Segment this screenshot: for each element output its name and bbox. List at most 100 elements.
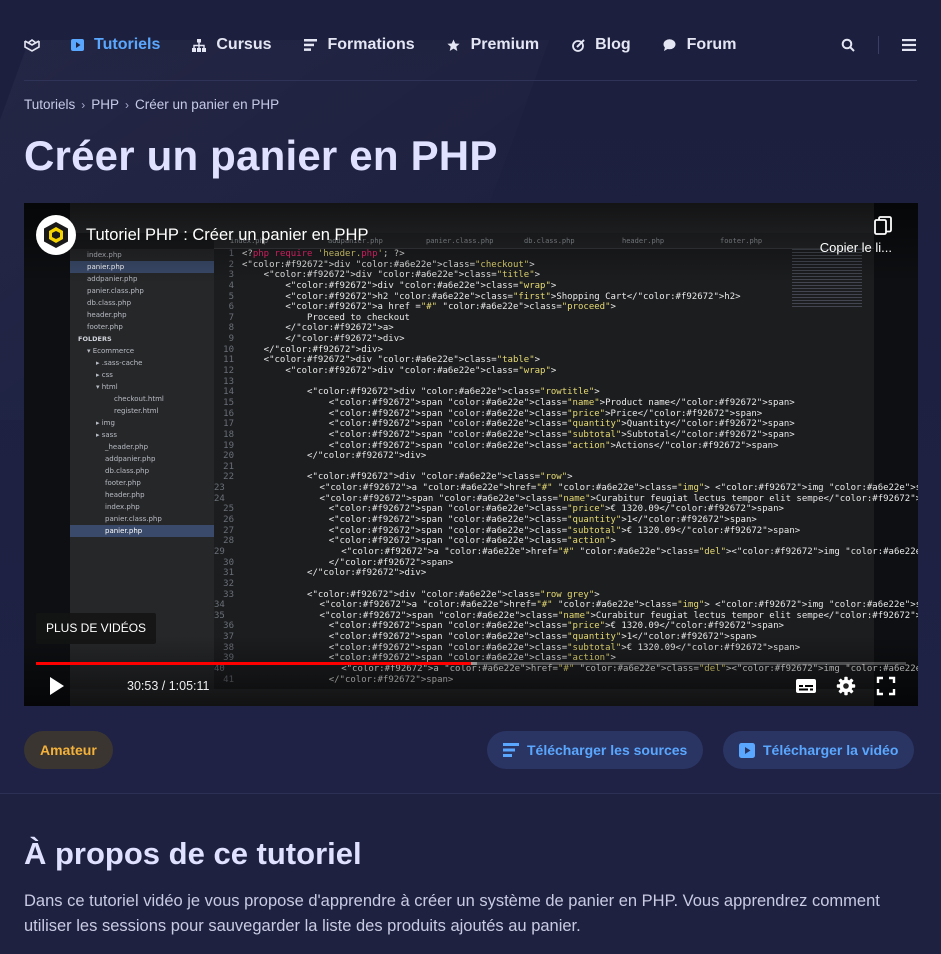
channel-avatar[interactable] [36,215,76,255]
code-line: 24 <"color:#f92672">span "color:#a6e22e"… [214,493,918,505]
code-line-text: <"color:#f92672">div "color:#a6e22e">cla… [242,355,541,366]
code-line: 18 <"color:#f92672">span "color:#a6e22e"… [214,430,874,441]
code-line-number: 36 [223,621,234,632]
breadcrumb-tutoriels[interactable]: Tutoriels [24,97,75,112]
progress-bar[interactable] [36,662,906,665]
site-logo-icon[interactable] [24,37,40,53]
editor-sidebar-item: panier.class.php [87,287,144,295]
hamburger-menu-icon[interactable] [901,37,917,53]
editor-sidebar-item: addpanier.php [105,455,156,463]
code-line: 27 <"color:#f92672">span "color:#a6e22e"… [214,526,874,537]
code-line: 31 </"color:#f92672">div> [214,568,874,579]
code-line-number: 31 [223,568,234,579]
editor-sidebar-item: ▾ html [96,383,118,391]
code-line: 22 <"color:#f92672">div "color:#a6e22e">… [214,472,874,483]
sitemap-icon [192,38,207,52]
download-video-label: Télécharger la vidéo [763,742,899,758]
nav-separator [878,36,879,54]
section-divider [0,793,941,794]
about-title: À propos de ce tutoriel [24,836,362,871]
code-line-text: <"color:#f92672">span "color:#a6e22e">cl… [242,536,616,547]
nav-item-cursus[interactable]: Cursus [192,20,272,70]
editor-sidebar-item: header.php [87,311,127,319]
code-line-text: <"color:#f92672">span "color:#a6e22e">cl… [242,397,795,408]
code-line: 13 [214,377,874,388]
code-line: 35 <"color:#f92672">span "color:#a6e22e"… [214,610,918,622]
settings-gear-icon[interactable] [834,675,858,697]
code-line-text: <"color:#f92672">span "color:#a6e22e">cl… [232,493,918,504]
code-line-text: <"color:#f92672">span "color:#a6e22e">cl… [242,440,779,451]
editor-sidebar-item: ▾ Ecommerce [87,347,135,355]
download-sources-button[interactable]: Télécharger les sources [487,731,704,769]
code-line-number: 26 [223,515,234,526]
breadcrumb-php[interactable]: PHP [91,97,119,112]
code-line-number: 20 [223,451,234,462]
code-line-text: <"color:#f92672">a "color:#a6e22e">href=… [232,483,918,494]
breadcrumb: Tutoriels › PHP › Créer un panier en PHP [24,97,279,112]
chat-bubble-icon [663,38,677,52]
editor-sidebar-item: footer.php [105,479,141,487]
code-line-number: 11 [223,355,234,366]
code-line-text: <"color:#f92672">a "color:#a6e22e">href=… [232,546,918,557]
code-line: 21 [214,462,874,473]
page-title: Créer un panier en PHP [24,132,498,179]
nav-item-forum[interactable]: Forum [663,20,736,70]
code-line-number: 18 [223,429,234,440]
editor-sidebar-item: db.class.php [87,299,132,307]
nav-item-formations[interactable]: Formations [304,20,415,70]
code-line-number: 34 [214,600,225,611]
nav-item-label: Tutoriels [94,36,161,53]
video-title[interactable]: Tutoriel PHP : Créer un panier en PHP [86,226,368,245]
code-line-text: <"color:#f92672">div "color:#a6e22e">cla… [242,589,600,600]
code-line-text: </"color:#f92672">a> [242,323,394,334]
nav-item-blog[interactable]: Blog [571,20,631,70]
code-line-number: 27 [223,525,234,536]
code-line-number: 35 [214,610,225,621]
code-line-number: 8 [228,323,234,334]
download-video-button[interactable]: Télécharger la vidéo [723,731,915,769]
subtitles-icon[interactable] [794,675,818,697]
editor-sidebar-item: header.php [105,491,145,499]
code-line: 7 Proceed to checkout [214,313,874,324]
nav-item-label: Blog [595,36,631,53]
main-nav: Tutoriels Cursus Formations Premium Blog Foru… [24,20,917,70]
code-line-text: <"color:#f92672">span "color:#a6e22e">cl… [232,610,918,621]
code-line-number: 24 [214,493,225,504]
code-line-number: 13 [223,376,234,387]
copy-link-button[interactable]: Copier le li... [820,216,892,255]
code-line: 17 <"color:#f92672">span "color:#a6e22e"… [214,419,874,430]
code-line-text: Proceed to checkout [242,312,410,323]
level-badge: Amateur [24,731,113,769]
nav-item-tutoriels[interactable]: Tutoriels [70,20,160,70]
editor-sidebar-item: panier.php [70,525,214,537]
search-icon[interactable] [840,37,856,53]
progress-played [36,662,471,665]
code-line: 14 <"color:#f92672">div "color:#a6e22e">… [214,387,874,398]
code-line: 11 <"color:#f92672">div "color:#a6e22e">… [214,355,874,366]
code-line-text: <"color:#f92672">div "color:#a6e22e">cla… [242,366,557,377]
code-line-text: <"color:#f92672">span "color:#a6e22e">cl… [242,621,784,632]
list-icon [304,38,318,52]
play-icon[interactable] [48,675,68,697]
fullscreen-icon[interactable] [874,675,898,697]
code-line-text: </"color:#f92672">div> [242,568,427,579]
editor-sidebar-item: panier.class.php [105,515,162,523]
list-icon [503,742,519,758]
code-line-text: <"color:#f92672">span "color:#a6e22e">cl… [242,504,784,515]
editor-sidebar-item: ▸ css [96,371,113,379]
code-line-number: 12 [223,366,234,377]
code-line-number: 30 [223,557,234,568]
code-line: 30 </"color:#f92672">span> [214,558,874,569]
breadcrumb-current[interactable]: Créer un panier en PHP [135,97,279,112]
code-line: 8 </"color:#f92672">a> [214,323,874,334]
code-line-number: 6 [228,302,234,313]
nav-item-premium[interactable]: Premium [447,20,539,70]
video-player[interactable]: index.php addpanier.php panier.class.php db… [24,203,918,706]
code-line: 10 </"color:#f92672">div> [214,345,874,356]
code-line-text: <"color:#f92672">div "color:#a6e22e">cla… [242,472,573,483]
code-line: 16 <"color:#f92672">span "color:#a6e22e"… [214,409,874,420]
code-line: 34 <"color:#f92672">a "color:#a6e22e">hr… [214,600,918,611]
editor-code: 1<?php require 'header.php'; ?>2<"color:… [214,249,918,689]
chevron-right-icon: › [125,97,130,112]
code-line: 28 <"color:#f92672">span "color:#a6e22e"… [214,536,874,547]
